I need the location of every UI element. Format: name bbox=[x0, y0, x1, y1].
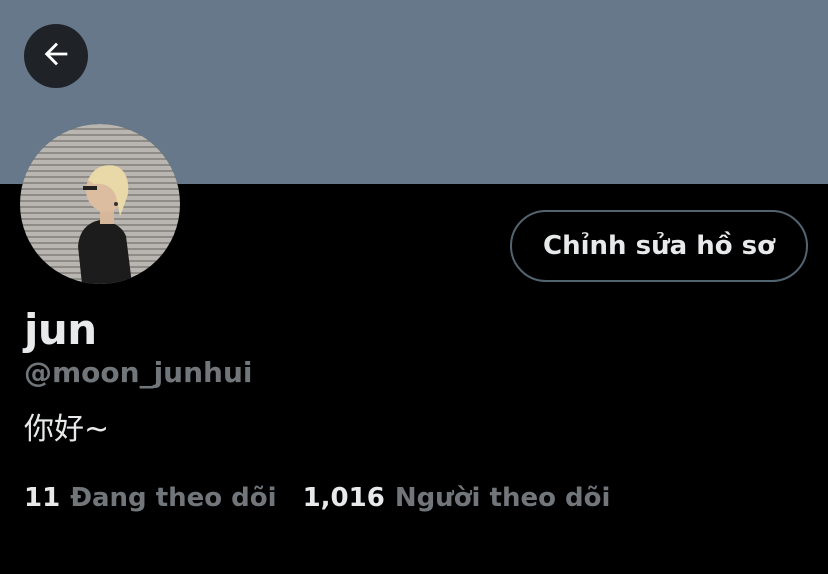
back-button[interactable] bbox=[24, 24, 88, 88]
following-count: 11 bbox=[24, 483, 61, 513]
following-link[interactable]: 11 Đang theo dõi bbox=[24, 480, 277, 516]
following-label: Đang theo dõi bbox=[70, 483, 277, 513]
username-handle: @moon_junhui bbox=[24, 356, 253, 389]
followers-label: Người theo dõi bbox=[394, 483, 611, 513]
display-name: jun bbox=[24, 305, 97, 354]
followers-count: 1,016 bbox=[302, 483, 385, 513]
arrow-left-icon bbox=[39, 37, 73, 76]
edit-profile-button[interactable]: Chỉnh sửa hồ sơ bbox=[510, 210, 808, 282]
avatar[interactable] bbox=[20, 124, 180, 284]
followers-link[interactable]: 1,016 Người theo dõi bbox=[303, 480, 611, 516]
profile-bio: 你好~ bbox=[24, 412, 110, 447]
follow-stats: 11 Đang theo dõi 1,016 Người theo dõi bbox=[24, 480, 610, 516]
